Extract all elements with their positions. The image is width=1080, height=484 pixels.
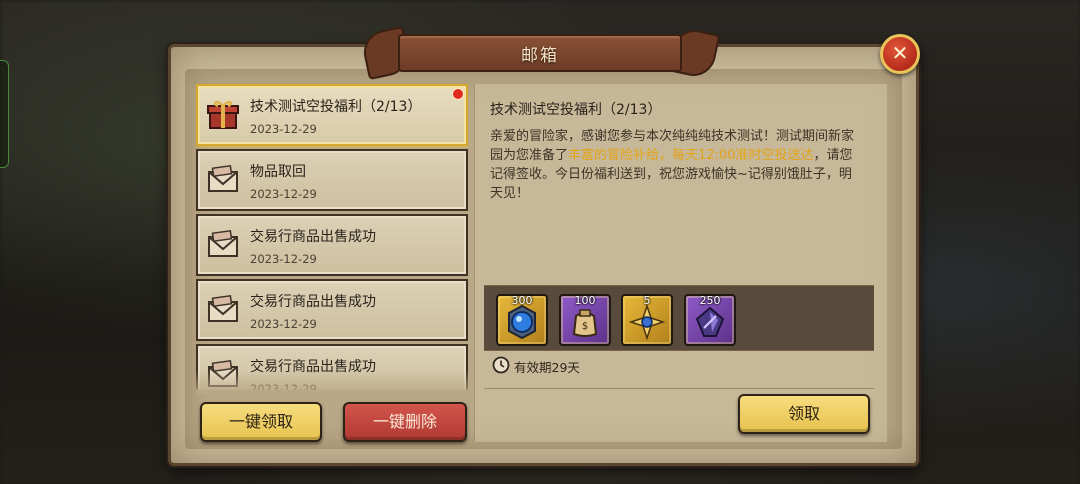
detail-title: 技术测试空投福利（2/13） xyxy=(490,102,662,118)
mail-date: 2023-12-29 xyxy=(250,187,317,201)
detail-body-highlight: 丰富的冒险补给，每天12:00准时空投送达 xyxy=(568,148,814,163)
purple-crystal-icon xyxy=(695,306,725,337)
delete-all-button[interactable]: 一键删除 xyxy=(343,402,467,442)
envelope-icon xyxy=(206,293,240,325)
expiry-text: 有效期29天 xyxy=(514,360,580,375)
mail-title: 交易行商品出售成功 xyxy=(250,229,376,245)
detail-divider xyxy=(484,388,874,389)
mail-date: 2023-12-29 xyxy=(250,122,317,136)
close-icon: ✕ xyxy=(891,41,909,65)
side-tab-handle[interactable] xyxy=(0,60,9,168)
clock-icon xyxy=(492,356,510,381)
reward-item[interactable]: 100 $ xyxy=(559,294,611,346)
mail-title: 物品取回 xyxy=(250,164,306,180)
coin-pouch-icon: $ xyxy=(572,309,598,337)
reward-item[interactable]: 5 xyxy=(621,294,673,346)
mail-list-item[interactable]: 交易行商品出售成功 2023-12-29 xyxy=(196,279,468,341)
reward-item[interactable]: 250 xyxy=(684,294,736,346)
list-scroll-fade xyxy=(196,370,468,394)
mail-list-item[interactable]: 物品取回 2023-12-29 xyxy=(196,149,468,211)
unread-indicator xyxy=(452,88,464,100)
claim-all-button[interactable]: 一键领取 xyxy=(200,402,322,442)
gift-box-icon xyxy=(206,98,240,130)
window-title: 邮箱 xyxy=(521,46,559,66)
envelope-icon xyxy=(206,228,240,260)
mail-date: 2023-12-29 xyxy=(250,317,317,331)
mail-title: 交易行商品出售成功 xyxy=(250,294,376,310)
detail-body: 亲爱的冒险家，感谢您参与本次纯纯纯技术测试！测试期间新家园为您准备了丰富的冒险补… xyxy=(490,127,864,203)
star-compass-icon xyxy=(629,304,665,340)
mail-list[interactable]: 技术测试空投福利（2/13） 2023-12-29 物品取回 2023-12-2… xyxy=(196,84,468,390)
title-banner: 邮箱 xyxy=(359,25,721,81)
svg-text:$: $ xyxy=(582,321,588,332)
reward-item[interactable]: 300 xyxy=(496,294,548,346)
mail-title: 技术测试空投福利（2/13） xyxy=(250,99,422,115)
envelope-icon xyxy=(206,163,240,195)
mail-list-item[interactable]: 交易行商品出售成功 2023-12-29 xyxy=(196,214,468,276)
mail-date: 2023-12-29 xyxy=(250,252,317,266)
claim-button[interactable]: 领取 xyxy=(738,394,870,434)
close-button[interactable]: ✕ xyxy=(880,34,920,74)
expiry-info: 有效期29天 xyxy=(492,356,580,378)
blue-gem-icon xyxy=(508,304,536,340)
mail-list-item[interactable]: 技术测试空投福利（2/13） 2023-12-29 xyxy=(196,84,468,146)
